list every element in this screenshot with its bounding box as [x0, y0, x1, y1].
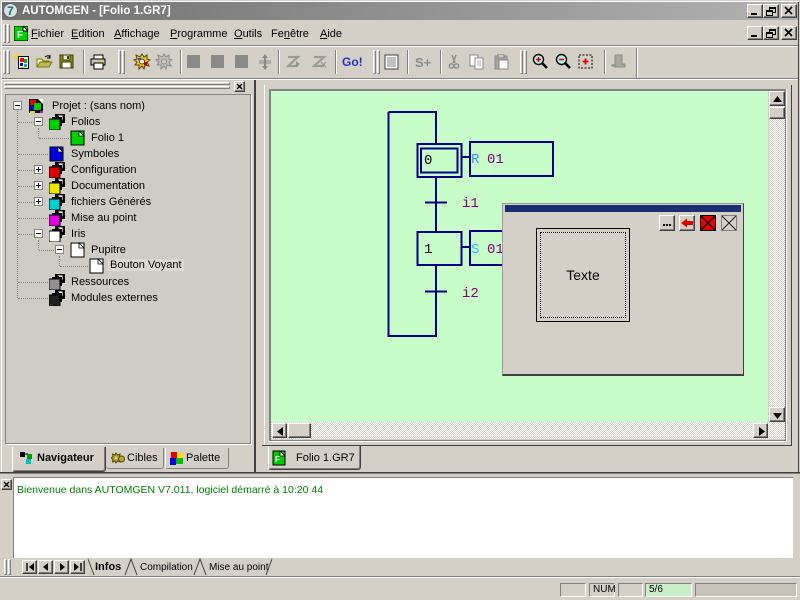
svg-text:i2: i2: [462, 286, 479, 302]
svg-text:0: 0: [424, 153, 432, 169]
svg-text:F: F: [17, 30, 23, 41]
svg-text:R: R: [471, 152, 480, 168]
svg-text:1: 1: [424, 242, 432, 258]
svg-text:S: S: [471, 242, 479, 258]
svg-text:01: 01: [487, 152, 504, 168]
svg-text:i1: i1: [462, 196, 479, 212]
svg-text:F: F: [275, 455, 280, 464]
